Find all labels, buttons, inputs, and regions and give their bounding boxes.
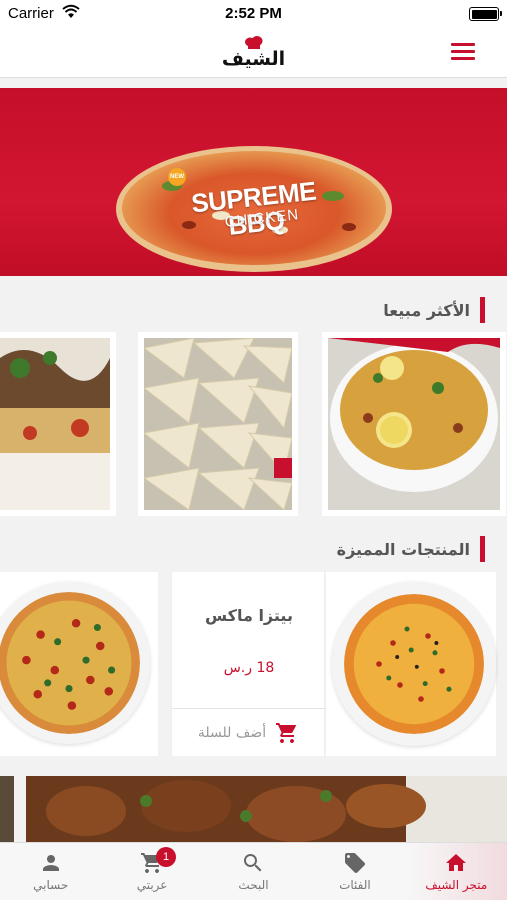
add-to-cart-button[interactable]: أضف للسلة <box>172 708 326 756</box>
tab-home[interactable]: متجر الشيف <box>405 843 507 900</box>
logo-text: الشيف <box>221 48 286 70</box>
home-icon <box>446 854 467 871</box>
menu-icon-line <box>451 43 475 46</box>
new-badge: NEW <box>168 168 186 186</box>
search-icon <box>244 854 262 872</box>
add-to-cart-label: أضف للسلة <box>197 724 267 741</box>
best-sellers-title: الأكثر مبيعا <box>383 300 470 320</box>
food-image <box>144 338 292 510</box>
tab-account[interactable]: حسابي <box>0 843 101 900</box>
featured-product-info[interactable]: بيتزا ماكس 18 ر.س أضف للسلة <box>171 572 326 756</box>
category-image[interactable] <box>26 776 507 846</box>
nav-bar: الشيف <box>0 30 507 78</box>
menu-button[interactable] <box>451 43 475 63</box>
best-sellers-header: الأكثر مبيعا <box>383 297 485 323</box>
battery-icon <box>469 7 502 21</box>
best-seller-item[interactable] <box>322 332 506 516</box>
product-price: 18 ر.س <box>223 660 275 676</box>
tab-categories[interactable]: الفئات <box>304 843 405 900</box>
pizza-image <box>344 594 484 734</box>
person-icon <box>42 855 59 871</box>
cart-icon <box>276 722 297 743</box>
pizza-image <box>0 592 140 734</box>
category-image[interactable] <box>0 776 14 846</box>
tab-search[interactable]: البحث <box>203 843 304 900</box>
food-image <box>328 338 500 510</box>
menu-icon-line <box>451 57 475 60</box>
tag-icon <box>344 853 365 873</box>
clock: 2:52 PM <box>225 5 282 22</box>
section-accent-bar <box>480 536 485 562</box>
best-seller-item[interactable] <box>138 332 298 516</box>
featured-product-card[interactable] <box>0 572 158 756</box>
app-logo: الشيف <box>0 36 507 70</box>
featured-product-card[interactable] <box>326 572 496 756</box>
tab-label: الفئات <box>339 878 371 892</box>
tab-label: عربتي <box>136 878 168 892</box>
product-name[interactable]: بيتزا ماكس <box>172 606 326 625</box>
tab-label: البحث <box>238 878 269 892</box>
tab-label: متجر الشيف <box>425 878 488 892</box>
food-image <box>0 338 110 510</box>
section-accent-bar <box>480 297 485 323</box>
cart-count-badge: 1 <box>156 847 177 867</box>
best-seller-item[interactable] <box>0 332 116 516</box>
food-image <box>26 776 507 846</box>
app-screen: Carrier 2:52 PM الشيف NEW SUPREME BBQ CH… <box>0 0 507 900</box>
status-bar: Carrier 2:52 PM <box>0 0 507 30</box>
featured-header: المنتجات المميزة <box>337 536 485 562</box>
tab-bar: متجر الشيف الفئات البحث 1 عربتي حسابي <box>0 842 507 900</box>
menu-icon-line <box>451 50 475 53</box>
promo-banner[interactable]: NEW SUPREME BBQ CHICKEN <box>0 88 507 276</box>
featured-title: المنتجات المميزة <box>336 539 470 559</box>
tab-label: حسابي <box>33 878 69 892</box>
tab-cart[interactable]: 1 عربتي <box>101 843 202 900</box>
